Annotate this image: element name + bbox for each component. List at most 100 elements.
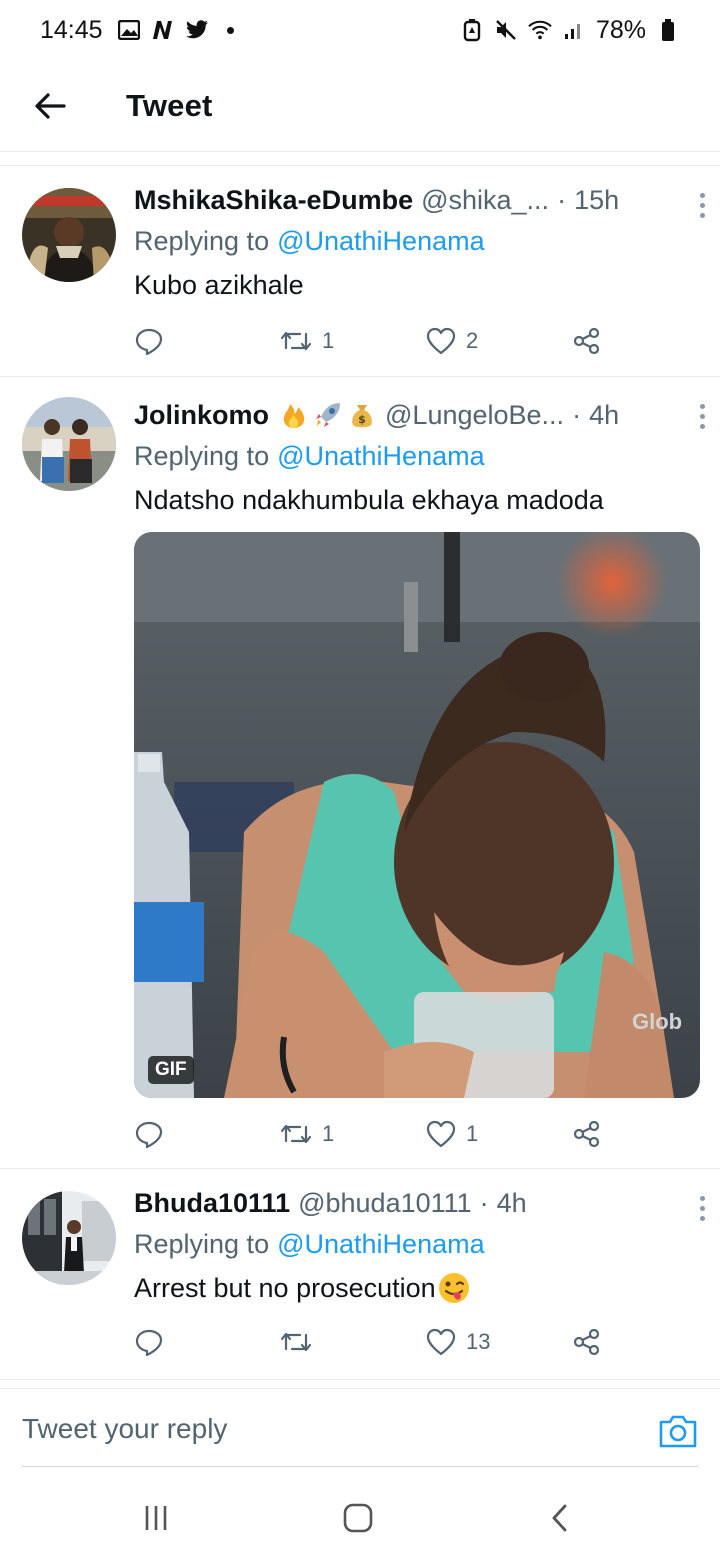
retweet-button[interactable]: [280, 1322, 322, 1362]
mute-icon: [494, 18, 518, 42]
tweet-time[interactable]: 4h: [589, 400, 619, 431]
battery-icon: [656, 18, 680, 42]
more-options-button[interactable]: [690, 1191, 714, 1225]
separator-dot: ·: [557, 184, 567, 215]
battery-saver-icon: [460, 18, 484, 42]
signal-icon: [562, 18, 586, 42]
rocket-emoji: [316, 403, 341, 427]
tweet-time[interactable]: 4h: [497, 1188, 527, 1219]
recent-apps-button[interactable]: [136, 1498, 176, 1538]
status-bar: 14:45 78%: [0, 0, 720, 60]
retweet-icon: [280, 1124, 312, 1144]
mention-link[interactable]: @UnathiHenama: [277, 226, 485, 257]
heart-icon: [426, 1120, 456, 1148]
fire-emoji: [283, 404, 305, 428]
like-button[interactable]: 1: [426, 1114, 478, 1154]
more-options-button[interactable]: [690, 399, 714, 433]
tweet[interactable]: Bhuda10111 @bhuda10111 · 4h Replying to …: [0, 1169, 720, 1380]
tweet-author-handle[interactable]: @bhuda10111: [298, 1188, 472, 1219]
reply-button[interactable]: [134, 1114, 164, 1154]
arrow-left-icon: [35, 92, 66, 119]
reply-button[interactable]: [134, 1322, 164, 1362]
system-nav-bar: [0, 1470, 720, 1560]
replying-label: Replying to: [134, 440, 270, 471]
tweet-text: Arrest but no prosecution: [134, 1272, 436, 1303]
gif-watermark: Glob: [632, 1009, 682, 1034]
avatar[interactable]: [22, 188, 116, 282]
system-back-button[interactable]: [540, 1498, 580, 1538]
comment-icon: [135, 1121, 163, 1149]
camera-button[interactable]: [658, 1413, 698, 1449]
retweet-button[interactable]: 1: [280, 1114, 334, 1154]
share-icon: [573, 1120, 600, 1148]
home-icon: [343, 1503, 373, 1533]
replying-label: Replying to: [134, 225, 270, 256]
retweet-icon: [280, 1332, 312, 1352]
mention-link[interactable]: @UnathiHenama: [277, 1229, 485, 1260]
recent-apps-icon: [145, 1506, 167, 1530]
system-icons: 78%: [460, 16, 680, 45]
avatar[interactable]: [22, 1191, 116, 1285]
avatar[interactable]: [22, 397, 116, 491]
twitter-bird-icon: [185, 18, 209, 42]
tweet-author-handle[interactable]: @LungeloBe...: [385, 400, 564, 431]
app-header: Tweet: [0, 60, 720, 152]
like-button[interactable]: 13: [426, 1322, 490, 1362]
tweet-author-handle[interactable]: @shika_...: [421, 185, 549, 216]
gif-image: Glob: [134, 532, 700, 1098]
share-button[interactable]: [572, 1322, 602, 1362]
tweet-actions: 1 2: [134, 321, 614, 361]
page-title: Tweet: [126, 87, 213, 123]
share-button[interactable]: [572, 1114, 602, 1154]
home-button[interactable]: [338, 1498, 378, 1538]
share-button[interactable]: [572, 321, 602, 361]
replying-to: Replying to @UnathiHenama: [134, 1223, 700, 1265]
gif-media[interactable]: Glob GIF: [134, 532, 700, 1098]
share-icon: [573, 1328, 600, 1356]
chevron-left-icon: [552, 1504, 567, 1532]
more-options-button[interactable]: [690, 188, 714, 222]
tweet-author-name[interactable]: Bhuda10111: [134, 1188, 290, 1219]
money-bag-emoji: $: [352, 405, 372, 428]
mention-link[interactable]: @UnathiHenama: [277, 441, 485, 472]
camera-icon: [659, 1415, 697, 1448]
reply-underline: [22, 1466, 698, 1467]
separator-dot: ·: [479, 1187, 489, 1218]
tweet-actions: 1 1: [134, 1114, 614, 1154]
comment-icon: [135, 1329, 163, 1357]
tweet[interactable]: MshikaShika-eDumbe @shika_... · 15h Repl…: [0, 166, 720, 377]
divider: [0, 152, 720, 166]
retweet-icon: [280, 331, 312, 351]
heart-icon: [426, 327, 456, 355]
replying-to: Replying to @UnathiHenama: [134, 435, 700, 477]
tweet-time[interactable]: 15h: [574, 185, 619, 216]
tweet-author-name[interactable]: MshikaShika-eDumbe: [134, 185, 413, 216]
tweet-actions: 13: [134, 1322, 614, 1362]
reply-input[interactable]: [22, 1407, 582, 1451]
notification-icons: [117, 18, 243, 42]
tweet-author-name[interactable]: Jolinkomo: [134, 400, 269, 431]
tweet-text: Ndatsho ndakhumbula ekhaya madoda: [134, 484, 604, 515]
separator-dot: ·: [572, 399, 582, 430]
reply-button[interactable]: [134, 321, 164, 361]
svg-text:$: $: [358, 413, 366, 426]
like-count: 1: [466, 1121, 479, 1146]
battery-percent: 78%: [595, 15, 646, 44]
reply-composer: [0, 1388, 720, 1468]
dot-icon: [219, 18, 243, 42]
tweet-text-row: Arrest but no prosecution: [134, 1265, 700, 1311]
like-count: 2: [466, 328, 479, 353]
wifi-icon: [528, 18, 552, 42]
gallery-icon: [117, 18, 141, 42]
retweet-button[interactable]: 1: [280, 321, 334, 361]
replying-to: Replying to @UnathiHenama: [134, 220, 700, 262]
winking-tongue-emoji: [438, 1273, 469, 1303]
back-button[interactable]: [20, 76, 80, 136]
like-count: 13: [466, 1329, 491, 1354]
retweet-count: 1: [322, 1121, 335, 1146]
like-button[interactable]: 2: [426, 321, 478, 361]
netflix-n-icon: [151, 18, 175, 42]
tweet-text: Kubo azikhale: [134, 269, 304, 300]
share-icon: [573, 327, 600, 355]
status-time: 14:45: [40, 15, 103, 44]
